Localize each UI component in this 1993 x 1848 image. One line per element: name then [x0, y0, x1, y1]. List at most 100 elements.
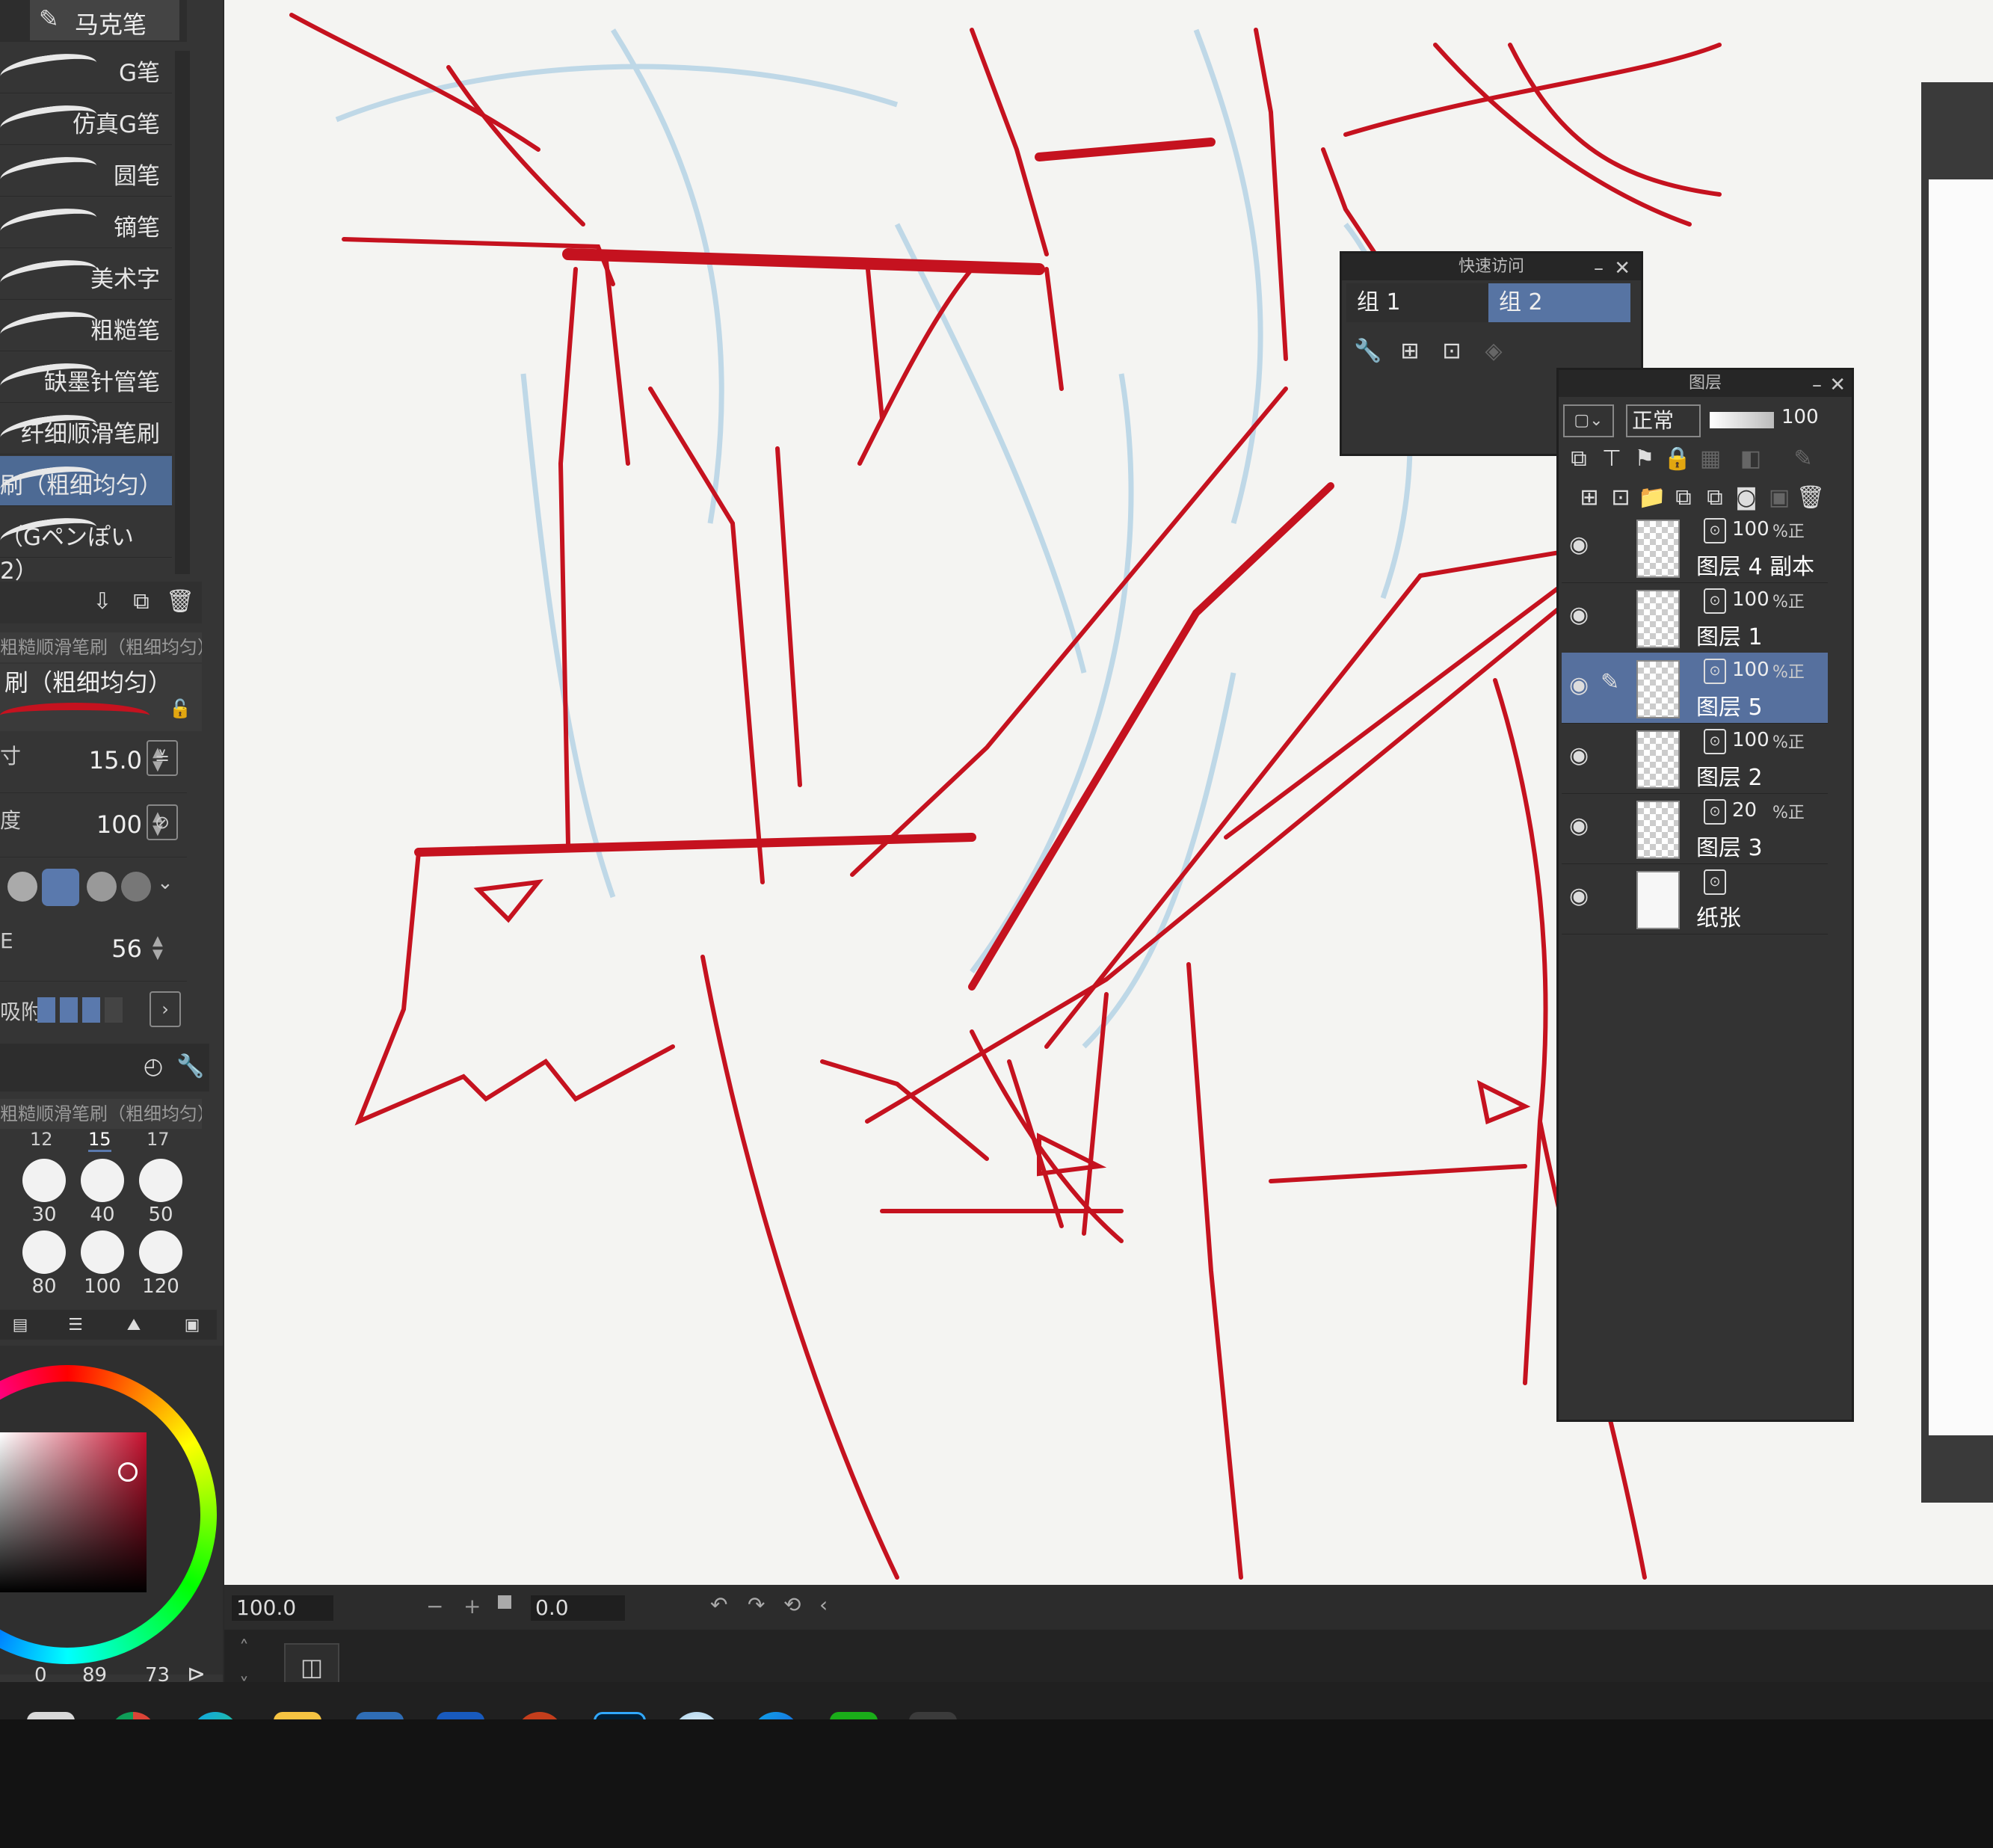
preset-preview[interactable]: 刷（粗细均匀） 🔓 [0, 664, 202, 731]
brush-size-option-selected[interactable]: 15 [88, 1129, 111, 1152]
zoom-out-icon[interactable]: − [426, 1594, 443, 1618]
layer-name[interactable]: 图层 1 [1696, 618, 1763, 651]
stabilization-value[interactable]: 56 [111, 934, 142, 963]
opacity-value[interactable]: 100 [96, 810, 142, 839]
brush-item[interactable]: （Gペンぽい2） [0, 508, 172, 585]
color-tab-icon[interactable]: ▣ [176, 1310, 208, 1341]
brush-list-scrollbar[interactable] [175, 51, 190, 574]
app-s-icon[interactable]: S [356, 1712, 404, 1719]
lock-icon[interactable]: 🔓 [169, 698, 191, 719]
layer-mask-icon[interactable]: ◙ [1731, 482, 1762, 514]
brush-size-option[interactable]: 120 [135, 1231, 187, 1298]
delete-layer-icon[interactable]: 🗑 [1795, 482, 1826, 514]
tip-shape-icon[interactable] [7, 872, 37, 902]
apply-mask-icon[interactable]: ▣ [1763, 482, 1795, 514]
brush-size-option[interactable]: 50 [135, 1159, 187, 1226]
color-tab-icon[interactable]: ⛰ [118, 1310, 150, 1341]
close-icon[interactable]: ✕ [1614, 255, 1630, 282]
opacity-property[interactable]: 度 100 ▲ ▼ ⊘ [0, 797, 187, 857]
layer-row[interactable]: ◉ ⊙ 100 %正 图层 1 [1562, 582, 1828, 653]
palette-icon[interactable]: ✎ [1787, 443, 1819, 475]
blend-mode-dropdown[interactable]: 正常 [1626, 404, 1701, 437]
layer-color-dropdown[interactable]: ▢⌄ [1563, 404, 1614, 437]
brush-item[interactable]: 缺墨针管笔 [0, 353, 172, 403]
edge-icon[interactable] [191, 1712, 239, 1719]
snap-option-icon[interactable] [60, 997, 78, 1023]
chrome-icon[interactable] [109, 1712, 157, 1719]
duplicate-icon[interactable]: ⧉ [126, 586, 157, 617]
color-picker-handle[interactable] [118, 1462, 138, 1482]
minimize-icon[interactable]: – [1594, 255, 1604, 282]
layer-row[interactable]: ◉ ⊙ 20 %正 图层 3 [1562, 793, 1828, 864]
pinwheel-icon[interactable] [673, 1712, 721, 1719]
wechat-work-icon[interactable] [830, 1712, 878, 1719]
saturation-value-box[interactable] [0, 1432, 147, 1592]
draft-icon[interactable]: ⚑ [1629, 443, 1660, 475]
eye-icon[interactable]: ◉ [1569, 602, 1589, 628]
layer-row[interactable]: ◉ ⊙ 100 %正 图层 2 [1562, 723, 1828, 794]
eye-icon[interactable]: ◉ [1569, 813, 1589, 839]
new-layer-icon[interactable]: ⊞ [1394, 336, 1426, 367]
reset-rotation-icon[interactable]: ⟲ [783, 1592, 801, 1617]
tip-shape-icon[interactable] [87, 872, 117, 902]
layer-row[interactable]: ◉ ⊙ 100 %正 图层 4 副本 [1562, 512, 1828, 583]
new-folder-icon[interactable]: 📁 [1636, 482, 1668, 514]
brush-item[interactable]: 纤细顺滑笔刷 [0, 404, 172, 455]
eye-icon[interactable]: ◉ [1569, 672, 1589, 698]
brush-item[interactable]: 镝笔 [0, 198, 172, 248]
eye-icon[interactable]: ◉ [1569, 742, 1589, 769]
color-tab-icon[interactable]: ▤ [4, 1310, 36, 1341]
opacity-slider[interactable] [1710, 412, 1774, 428]
new-vector-layer-icon[interactable]: ⊡ [1605, 482, 1636, 514]
brush-item[interactable]: 圆笔 [0, 147, 172, 197]
photoshop-icon[interactable]: Ps [594, 1712, 646, 1719]
layer-opacity-value[interactable]: 100 [1781, 406, 1819, 428]
stabilization-property[interactable]: E 56 ▲ ▼ [0, 921, 187, 982]
edge-ai-icon[interactable] [752, 1712, 800, 1719]
quick-access-titlebar[interactable]: 快速访问 – ✕ [1342, 253, 1641, 280]
pressure-toggle-icon[interactable]: ≚ [147, 740, 178, 776]
snap-property[interactable]: 吸附 › [0, 987, 187, 1032]
chevron-right-icon[interactable]: › [150, 991, 181, 1027]
new-raster-layer-icon[interactable]: ⊞ [1574, 482, 1605, 514]
brush-size-option[interactable]: 80 [18, 1231, 70, 1298]
brush-size-option[interactable]: 40 [76, 1159, 129, 1226]
layer-name[interactable]: 图层 2 [1696, 759, 1763, 792]
tab-marker[interactable]: ✎ 马克笔 [30, 0, 179, 40]
reference-icon[interactable]: ⊤ [1596, 443, 1627, 475]
eye-icon[interactable]: ◉ [1569, 883, 1589, 909]
quick-access-tab-2[interactable]: 组 2 [1488, 283, 1630, 322]
powerpoint-icon[interactable]: P [516, 1712, 564, 1719]
layer-row[interactable]: ◉ ⊙ 纸张 [1562, 863, 1828, 934]
brush-item[interactable]: 刷（粗细均匀） [0, 456, 172, 506]
brush-size-property[interactable]: 寸 15.0 ▲ ▼ ≚ [0, 733, 187, 793]
fit-icon[interactable] [498, 1595, 511, 1609]
chevron-up-icon[interactable]: ˄ [239, 1637, 249, 1660]
chevron-left-icon[interactable]: ‹ [819, 1592, 828, 1617]
new-raster-icon[interactable]: ⊡ [1436, 336, 1467, 367]
brush-size-option[interactable]: 30 [18, 1159, 70, 1226]
merge-down-icon[interactable]: ⧉ [1699, 482, 1731, 514]
brush-size-option[interactable]: 12 [30, 1129, 53, 1150]
brush-size-value[interactable]: 15.0 [89, 746, 142, 774]
layer-row[interactable]: ◉ ✎ ⊙ 100 %正 图层 5 [1562, 653, 1828, 724]
snap-option-icon[interactable] [105, 997, 123, 1023]
zoom-value[interactable]: 100.0 [232, 1595, 333, 1621]
clip-studio-icon[interactable] [909, 1712, 957, 1719]
layer-name[interactable]: 图层 4 副本 [1696, 548, 1814, 581]
lock-icon[interactable]: 🔒 [1662, 443, 1693, 475]
snap-option-icon[interactable] [82, 997, 100, 1023]
rotation-value[interactable]: 0.0 [531, 1595, 625, 1621]
layer-stack-icon[interactable]: ◈ [1478, 336, 1509, 367]
clip-icon[interactable]: ⧉ [1563, 443, 1595, 475]
eye-icon[interactable]: ◉ [1569, 532, 1589, 558]
trash-icon[interactable]: 🗑 [164, 586, 196, 617]
brush-size-option[interactable]: 100 [76, 1231, 129, 1298]
tip-shape-icon[interactable] [121, 872, 151, 902]
layer-name[interactable]: 纸张 [1696, 899, 1741, 932]
brush-size-option[interactable]: 17 [147, 1129, 170, 1150]
wrench-icon[interactable]: 🔧 [1352, 336, 1384, 367]
brush-item[interactable]: 粗糙笔 [0, 301, 172, 351]
pressure-toggle-icon[interactable]: ⊘ [147, 804, 178, 840]
quick-access-tab-1[interactable]: 组 1 [1346, 283, 1488, 322]
